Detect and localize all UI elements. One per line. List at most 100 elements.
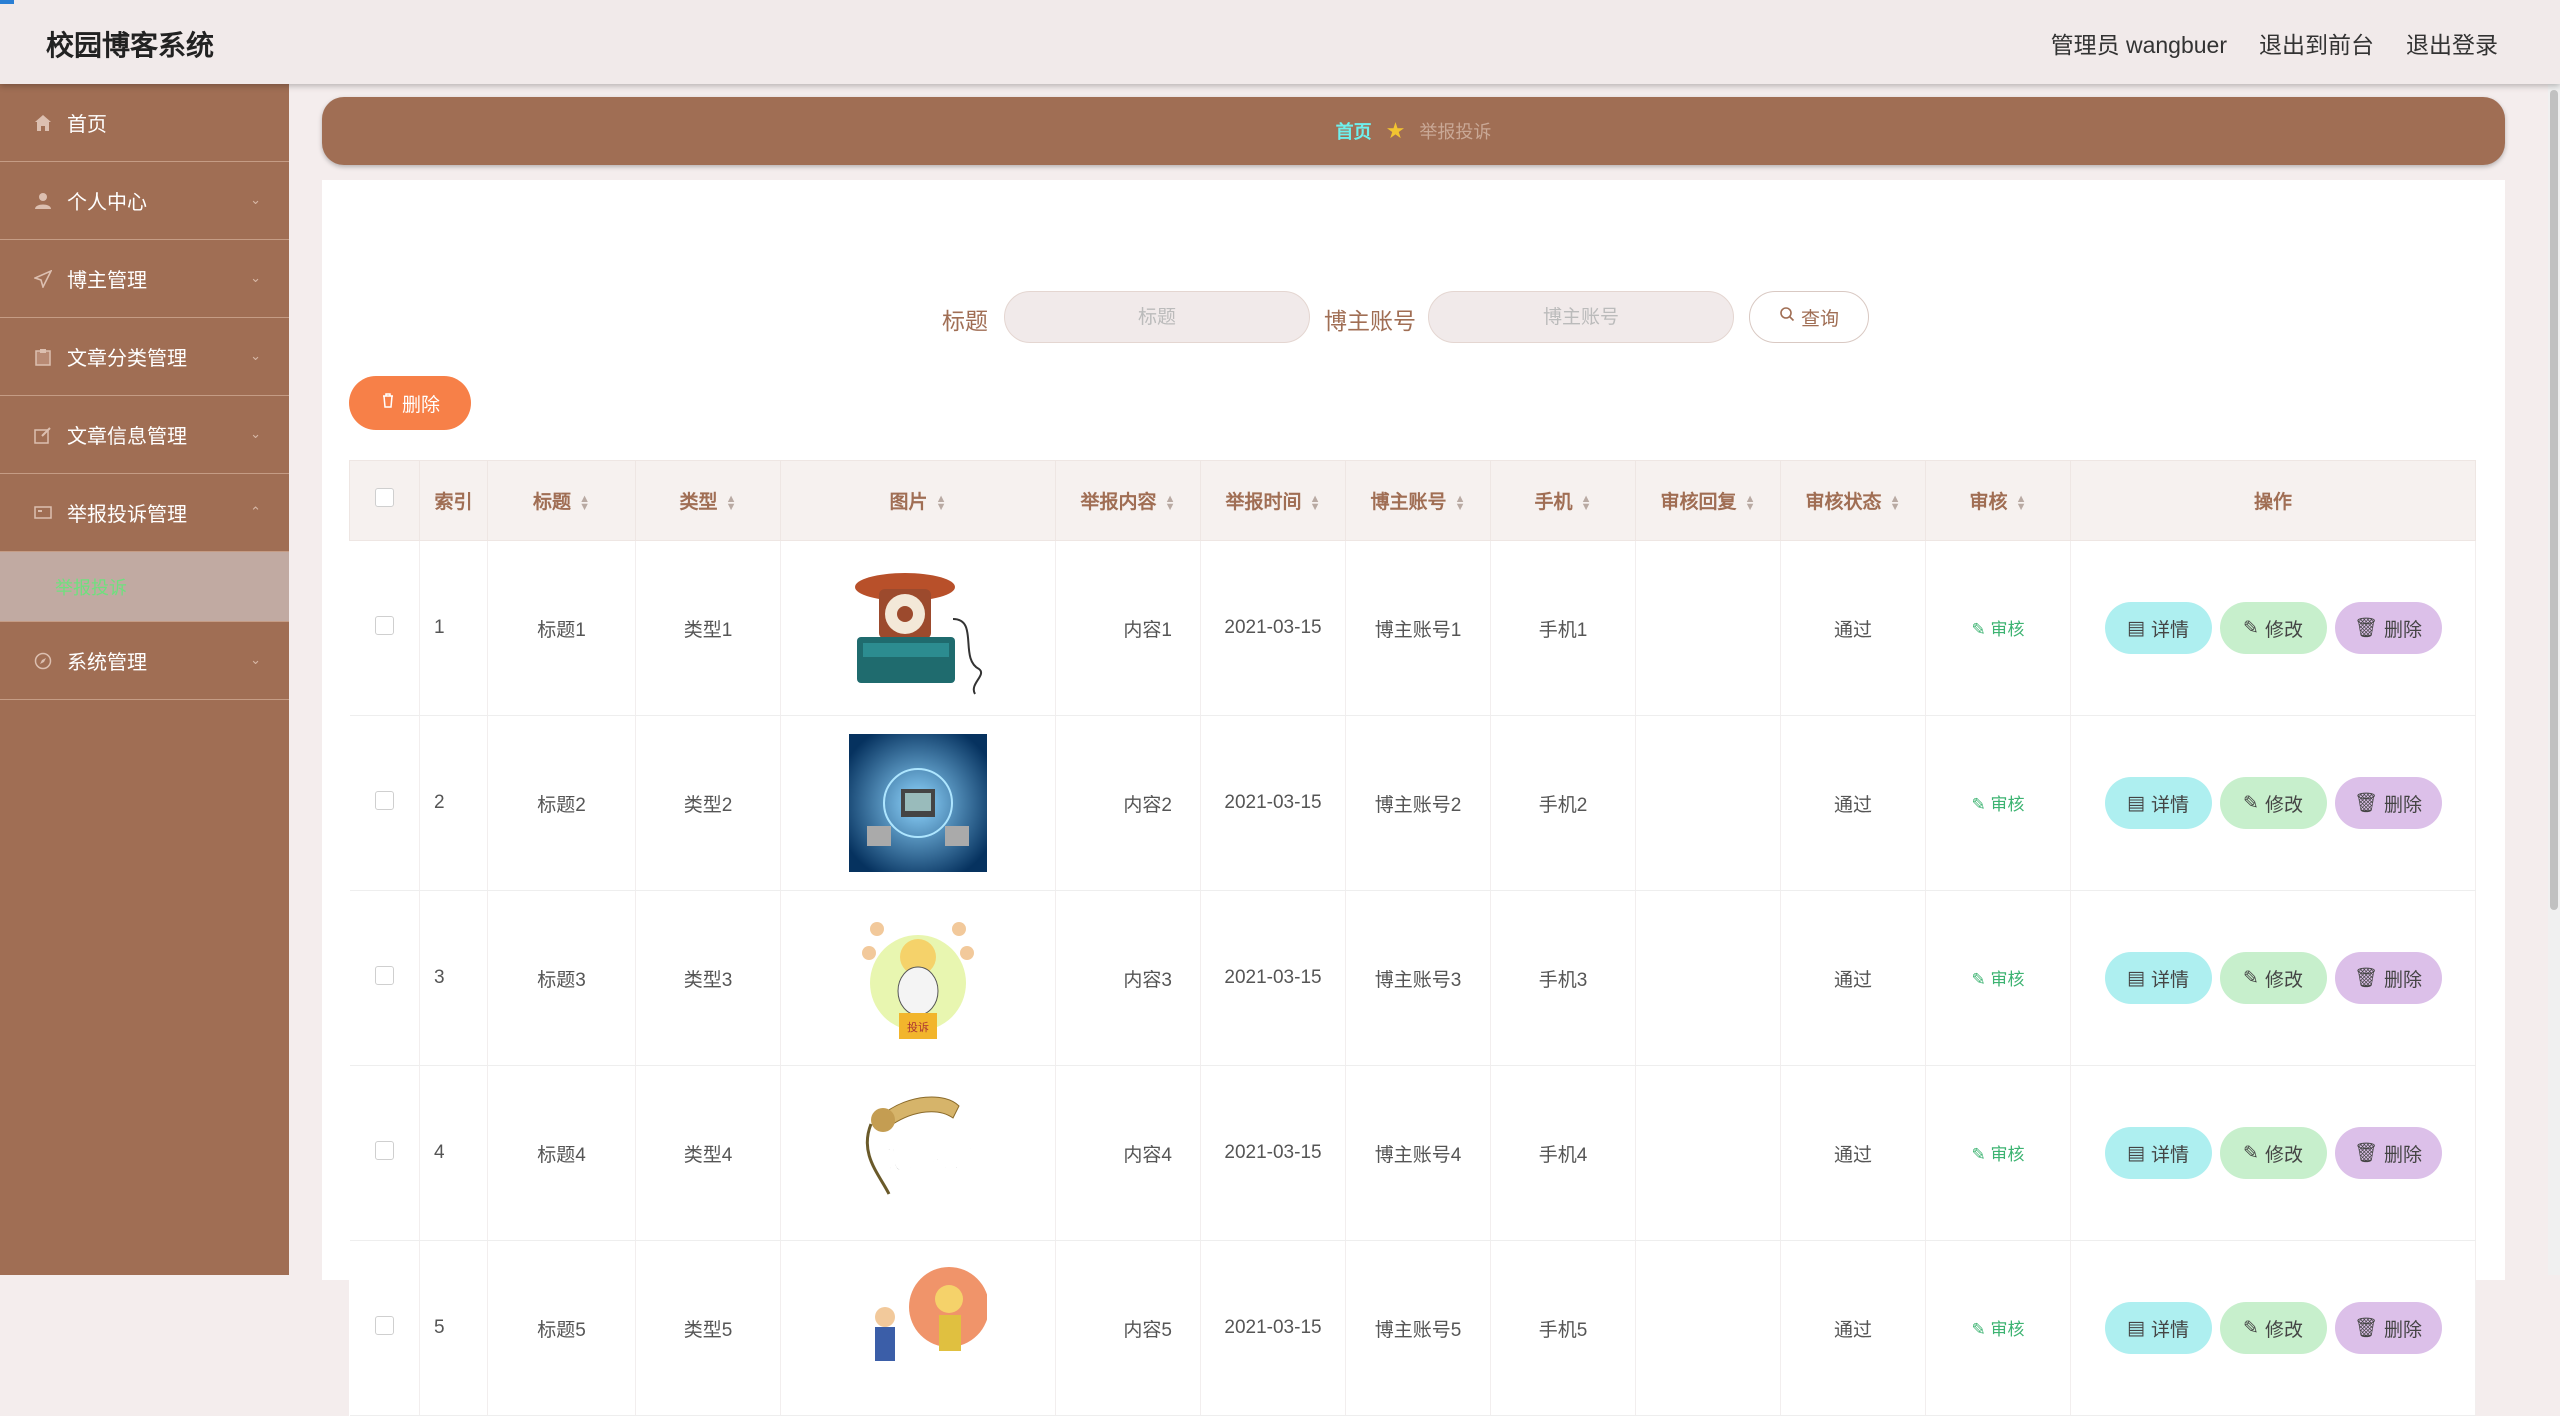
column-header[interactable]: 审核状态 ▲ ▼ — [1780, 460, 1926, 541]
cell-type: 类型5 — [635, 1240, 781, 1416]
approve-link[interactable]: ✎ 审核 — [1972, 1320, 2025, 1339]
column-header[interactable]: 手机 ▲ ▼ — [1490, 460, 1636, 541]
delete-button[interactable]: 🗑 删除 — [2334, 1302, 2442, 1354]
title-search-input[interactable]: 标题 — [1004, 291, 1310, 343]
cell-type: 类型3 — [635, 890, 781, 1066]
sidebar-item-category-management[interactable]: 文章分类管理 ⌄ — [0, 318, 289, 396]
document-icon: ▤ — [2127, 1317, 2145, 1339]
chevron-up-icon: ⌃ — [250, 504, 261, 519]
cell-title: 标题4 — [487, 1065, 636, 1241]
cell-approve: ✎ 审核 — [1925, 890, 2071, 1066]
sidebar-item-system-management[interactable]: 系统管理 ⌄ — [0, 622, 289, 700]
app-title: 校园博客系统 — [46, 30, 215, 61]
trash-icon: 🗑 — [2353, 1143, 2379, 1164]
account-search-input[interactable]: 博主账号 — [1428, 291, 1734, 343]
edit-button[interactable]: ✎ 修改 — [2219, 1127, 2327, 1179]
sort-icon[interactable]: ▲ ▼ — [1890, 493, 1901, 512]
cell-content: 内容3 — [1055, 890, 1201, 1066]
sort-icon[interactable]: ▲ ▼ — [1455, 493, 1466, 512]
column-header: 索引 — [419, 460, 488, 541]
user-icon — [33, 191, 53, 211]
column-header[interactable]: 类型 ▲ ▼ — [635, 460, 781, 541]
cell-status: 通过 — [1780, 540, 1926, 716]
column-header[interactable]: 审核回复 ▲ ▼ — [1635, 460, 1781, 541]
sort-icon[interactable]: ▲ ▼ — [936, 493, 947, 512]
cell-image: 我要投诉 — [780, 1065, 1056, 1241]
sort-icon[interactable]: ▲ ▼ — [2016, 493, 2027, 512]
cell-account: 博主账号3 — [1345, 890, 1491, 1066]
row-checkbox[interactable] — [349, 715, 420, 891]
sidebar-item-article-management[interactable]: 文章信息管理 ⌄ — [0, 396, 289, 474]
approve-link[interactable]: ✎ 审核 — [1972, 620, 2025, 639]
home-icon — [33, 113, 53, 133]
cell-phone: 手机2 — [1490, 715, 1636, 891]
edit-button[interactable]: ✎ 修改 — [2219, 602, 2327, 654]
delete-button[interactable]: 🗑 删除 — [2334, 777, 2442, 829]
cell-account: 博主账号2 — [1345, 715, 1491, 891]
sidebar-item-report-management[interactable]: 举报投诉管理 ⌃ — [0, 474, 289, 552]
cell-phone: 手机5 — [1490, 1240, 1636, 1416]
sort-icon[interactable]: ▲ ▼ — [1745, 493, 1756, 512]
select-all-checkbox[interactable] — [349, 460, 420, 541]
report-table: 索引 标题 ▲ ▼ 类型 ▲ ▼ 图片 ▲ ▼ 举报内容 ▲ ▼ 举报时间 ▲ ▼ 博主账号 ▲ ▼ 手… — [349, 460, 2476, 1416]
cell-actions: ▤ 详情 ✎ 修改 🗑 删除 — [2070, 715, 2476, 891]
sidebar-item-blogger-management[interactable]: 博主管理 ⌄ — [0, 240, 289, 318]
cell-title: 标题1 — [487, 540, 636, 716]
detail-button[interactable]: ▤ 详情 — [2104, 952, 2212, 1004]
detail-button[interactable]: ▤ 详情 — [2104, 1302, 2212, 1354]
row-checkbox[interactable] — [349, 1065, 420, 1241]
approve-link[interactable]: ✎ 审核 — [1972, 970, 2025, 989]
delete-button[interactable]: 🗑 删除 — [2334, 1127, 2442, 1179]
cell-status: 通过 — [1780, 1240, 1926, 1416]
cell-reply — [1635, 890, 1781, 1066]
column-header[interactable]: 标题 ▲ ▼ — [487, 460, 636, 541]
sort-icon[interactable]: ▲ ▼ — [1310, 493, 1321, 512]
approve-link[interactable]: ✎ 审核 — [1972, 795, 2025, 814]
table-row: 4 标题4 类型4 我要投诉 内容4 2021-03-15 博主账号4 手机4 通过 ✎ 审核 ▤ 详… — [349, 1065, 2476, 1241]
edit-button[interactable]: ✎ 修改 — [2219, 1302, 2327, 1354]
sort-icon[interactable]: ▲ ▼ — [726, 493, 737, 512]
cell-content: 内容4 — [1055, 1065, 1201, 1241]
column-header[interactable]: 博主账号 ▲ ▼ — [1345, 460, 1491, 541]
column-header[interactable]: 举报内容 ▲ ▼ — [1055, 460, 1201, 541]
bulk-delete-button[interactable]: 删除 — [349, 376, 471, 430]
breadcrumb-current: 举报投诉 — [1419, 122, 1492, 142]
pencil-icon: ✎ — [2243, 792, 2259, 814]
edit-button[interactable]: ✎ 修改 — [2219, 952, 2327, 1004]
logout-link[interactable]: 退出登录 — [2406, 26, 2498, 60]
detail-button[interactable]: ▤ 详情 — [2104, 1127, 2212, 1179]
cell-title: 标题2 — [487, 715, 636, 891]
column-header[interactable]: 图片 ▲ ▼ — [780, 460, 1056, 541]
detail-button[interactable]: ▤ 详情 — [2104, 602, 2212, 654]
breadcrumb-home[interactable]: 首页 — [1336, 118, 1372, 144]
pencil-icon: ✎ — [2243, 1142, 2259, 1164]
scrollbar-thumb[interactable] — [2550, 90, 2558, 910]
column-header: 操作 — [2070, 460, 2476, 541]
cell-title: 标题3 — [487, 890, 636, 1066]
edit-button[interactable]: ✎ 修改 — [2219, 777, 2327, 829]
delete-button[interactable]: 🗑 删除 — [2334, 952, 2442, 1004]
sort-icon[interactable]: ▲ ▼ — [1581, 493, 1592, 512]
exit-to-front-link[interactable]: 退出到前台 — [2259, 26, 2374, 60]
approve-link[interactable]: ✎ 审核 — [1972, 1145, 2025, 1164]
sort-icon[interactable]: ▲ ▼ — [579, 493, 590, 512]
row-checkbox[interactable] — [349, 890, 420, 1066]
trash-icon: 🗑 — [2353, 968, 2379, 989]
report-image: 我要投诉 — [849, 1084, 987, 1222]
sidebar-item-home[interactable]: 首页 — [0, 84, 289, 162]
sidebar-subitem-report[interactable]: 举报投诉 — [0, 552, 289, 622]
admin-username[interactable]: 管理员 wangbuer — [2051, 26, 2227, 60]
sort-icon[interactable]: ▲ ▼ — [1165, 493, 1176, 512]
detail-button[interactable]: ▤ 详情 — [2104, 777, 2212, 829]
column-header[interactable]: 审核 ▲ ▼ — [1925, 460, 2071, 541]
column-header[interactable]: 举报时间 ▲ ▼ — [1200, 460, 1346, 541]
cell-index: 1 — [419, 540, 488, 716]
cell-image: 投诉 — [780, 890, 1056, 1066]
cell-time: 2021-03-15 — [1200, 890, 1346, 1066]
query-button[interactable]: 查询 — [1749, 291, 1869, 343]
sidebar-item-personal-center[interactable]: 个人中心 ⌄ — [0, 162, 289, 240]
row-checkbox[interactable] — [349, 1240, 420, 1416]
send-icon — [33, 269, 53, 289]
delete-button[interactable]: 🗑 删除 — [2334, 602, 2442, 654]
row-checkbox[interactable] — [349, 540, 420, 716]
